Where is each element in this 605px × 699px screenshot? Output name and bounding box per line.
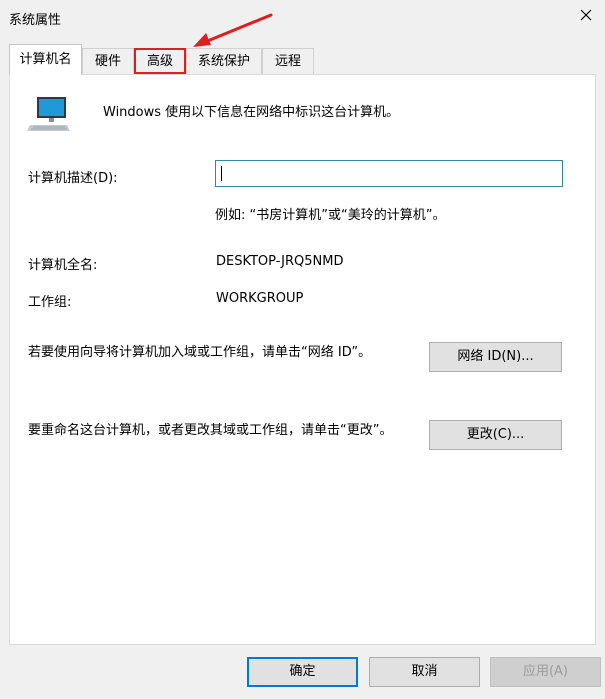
tab-hardware[interactable]: 硬件 xyxy=(82,48,134,74)
cancel-button[interactable]: 取消 xyxy=(369,657,480,687)
computer-icon xyxy=(27,97,70,131)
apply-button[interactable]: 应用(A) xyxy=(490,657,601,687)
close-icon xyxy=(580,9,592,21)
ok-button[interactable]: 确定 xyxy=(247,657,358,687)
close-button[interactable] xyxy=(575,4,597,26)
window-title: 系统属性 xyxy=(9,13,62,28)
header-text: Windows 使用以下信息在网络中标识这台计算机。 xyxy=(103,105,400,120)
tab-computer-name[interactable]: 计算机名 xyxy=(9,44,82,75)
tab-system-protection[interactable]: 系统保护 xyxy=(186,48,262,74)
network-id-text: 若要使用向导将计算机加入域或工作组，请单击“网络 ID”。 xyxy=(28,345,372,360)
tab-remote[interactable]: 远程 xyxy=(262,48,314,74)
description-input[interactable] xyxy=(215,160,563,187)
rename-text: 要重命名这台计算机，或者更改其域或工作组，请单击“更改”。 xyxy=(28,423,393,438)
tab-advanced[interactable]: 高级 xyxy=(134,48,186,74)
fullname-value: DESKTOP-JRQ5NMD xyxy=(216,254,344,269)
change-button[interactable]: 更改(C)... xyxy=(429,420,562,450)
network-id-button[interactable]: 网络 ID(N)... xyxy=(429,342,562,372)
fullname-label: 计算机全名: xyxy=(28,258,98,273)
workgroup-value: WORKGROUP xyxy=(216,291,304,306)
text-caret xyxy=(221,166,222,181)
workgroup-label: 工作组: xyxy=(28,295,72,310)
description-label: 计算机描述(D): xyxy=(28,171,118,186)
description-hint: 例如: “书房计算机”或“美玲的计算机”。 xyxy=(215,208,446,223)
